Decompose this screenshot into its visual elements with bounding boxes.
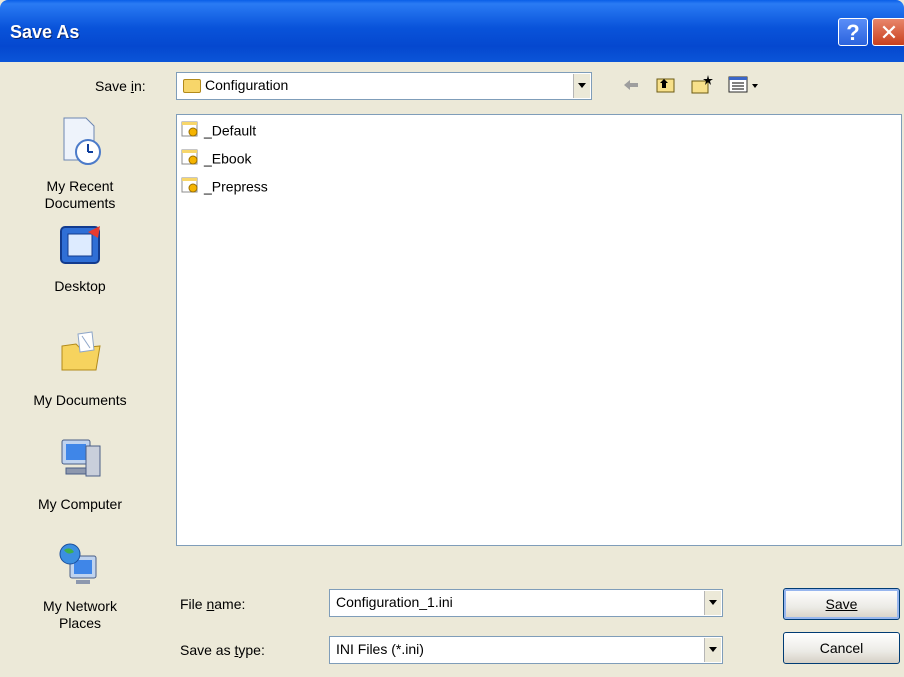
chevron-down-icon[interactable] <box>573 74 590 98</box>
save-in-label: Save in: <box>95 78 146 94</box>
save-button-label: Save <box>825 596 858 612</box>
save-in-dropdown[interactable]: Configuration <box>176 72 592 100</box>
back-button[interactable] <box>620 74 642 96</box>
places-label: Desktop <box>54 278 106 294</box>
network-places-icon <box>58 540 102 584</box>
save-in-value: Configuration <box>205 77 289 93</box>
file-list[interactable]: _Default _Ebook _Prepress <box>176 114 902 546</box>
save-as-type-dropdown[interactable]: INI Files (*.ini) <box>329 636 723 664</box>
places-label: My Network Places <box>43 598 117 631</box>
help-icon: ? <box>846 20 860 45</box>
close-icon: ✕ <box>879 20 899 45</box>
new-folder-icon <box>691 75 713 94</box>
places-label: My Recent Documents <box>44 178 116 211</box>
places-recent-documents[interactable]: My Recent Documents <box>0 117 160 212</box>
cancel-button[interactable]: Cancel <box>783 632 900 664</box>
save-as-type-label: Save as type: <box>180 642 265 658</box>
config-file-icon <box>181 121 201 139</box>
list-item[interactable]: _Ebook <box>181 149 251 171</box>
title-bar[interactable]: Save As ? ✕ <box>0 0 904 62</box>
places-my-documents[interactable]: My Documents <box>0 330 160 409</box>
views-menu-button[interactable] <box>728 74 762 96</box>
places-my-computer[interactable]: My Computer <box>0 436 160 513</box>
config-file-icon <box>181 149 201 167</box>
my-documents-icon <box>58 330 102 371</box>
places-desktop[interactable]: Desktop <box>0 224 160 295</box>
recent-documents-icon <box>58 117 102 165</box>
file-name: _Prepress <box>204 178 268 195</box>
folder-icon <box>183 79 201 93</box>
config-file-icon <box>181 177 201 195</box>
save-as-type-value: INI Files (*.ini) <box>336 641 424 657</box>
chevron-down-icon[interactable] <box>704 638 721 662</box>
window-title: Save As <box>10 22 80 42</box>
up-one-level-button[interactable] <box>655 74 677 96</box>
file-name-field[interactable]: Configuration_1.ini <box>329 589 723 617</box>
folder-up-icon <box>656 78 675 93</box>
file-name: _Default <box>204 122 257 139</box>
close-button[interactable]: ✕ <box>872 18 904 46</box>
my-computer-icon <box>58 436 102 477</box>
chevron-down-icon[interactable] <box>704 591 721 615</box>
file-name-value: Configuration_1.ini <box>336 594 453 610</box>
help-button[interactable]: ? <box>838 18 868 46</box>
back-arrow-icon <box>624 80 638 90</box>
list-item[interactable]: _Prepress <box>181 177 268 199</box>
places-label: My Computer <box>37 496 123 512</box>
views-menu-icon <box>728 76 758 93</box>
file-name: _Ebook <box>204 150 252 167</box>
file-name-label: File name: <box>180 596 246 612</box>
desktop-icon <box>58 224 102 264</box>
places-network[interactable]: My Network Places <box>0 540 160 632</box>
save-button[interactable]: Save <box>783 588 900 620</box>
list-item[interactable]: _Default <box>181 121 256 143</box>
places-label: My Documents <box>33 392 127 408</box>
create-new-folder-button[interactable] <box>690 74 714 96</box>
